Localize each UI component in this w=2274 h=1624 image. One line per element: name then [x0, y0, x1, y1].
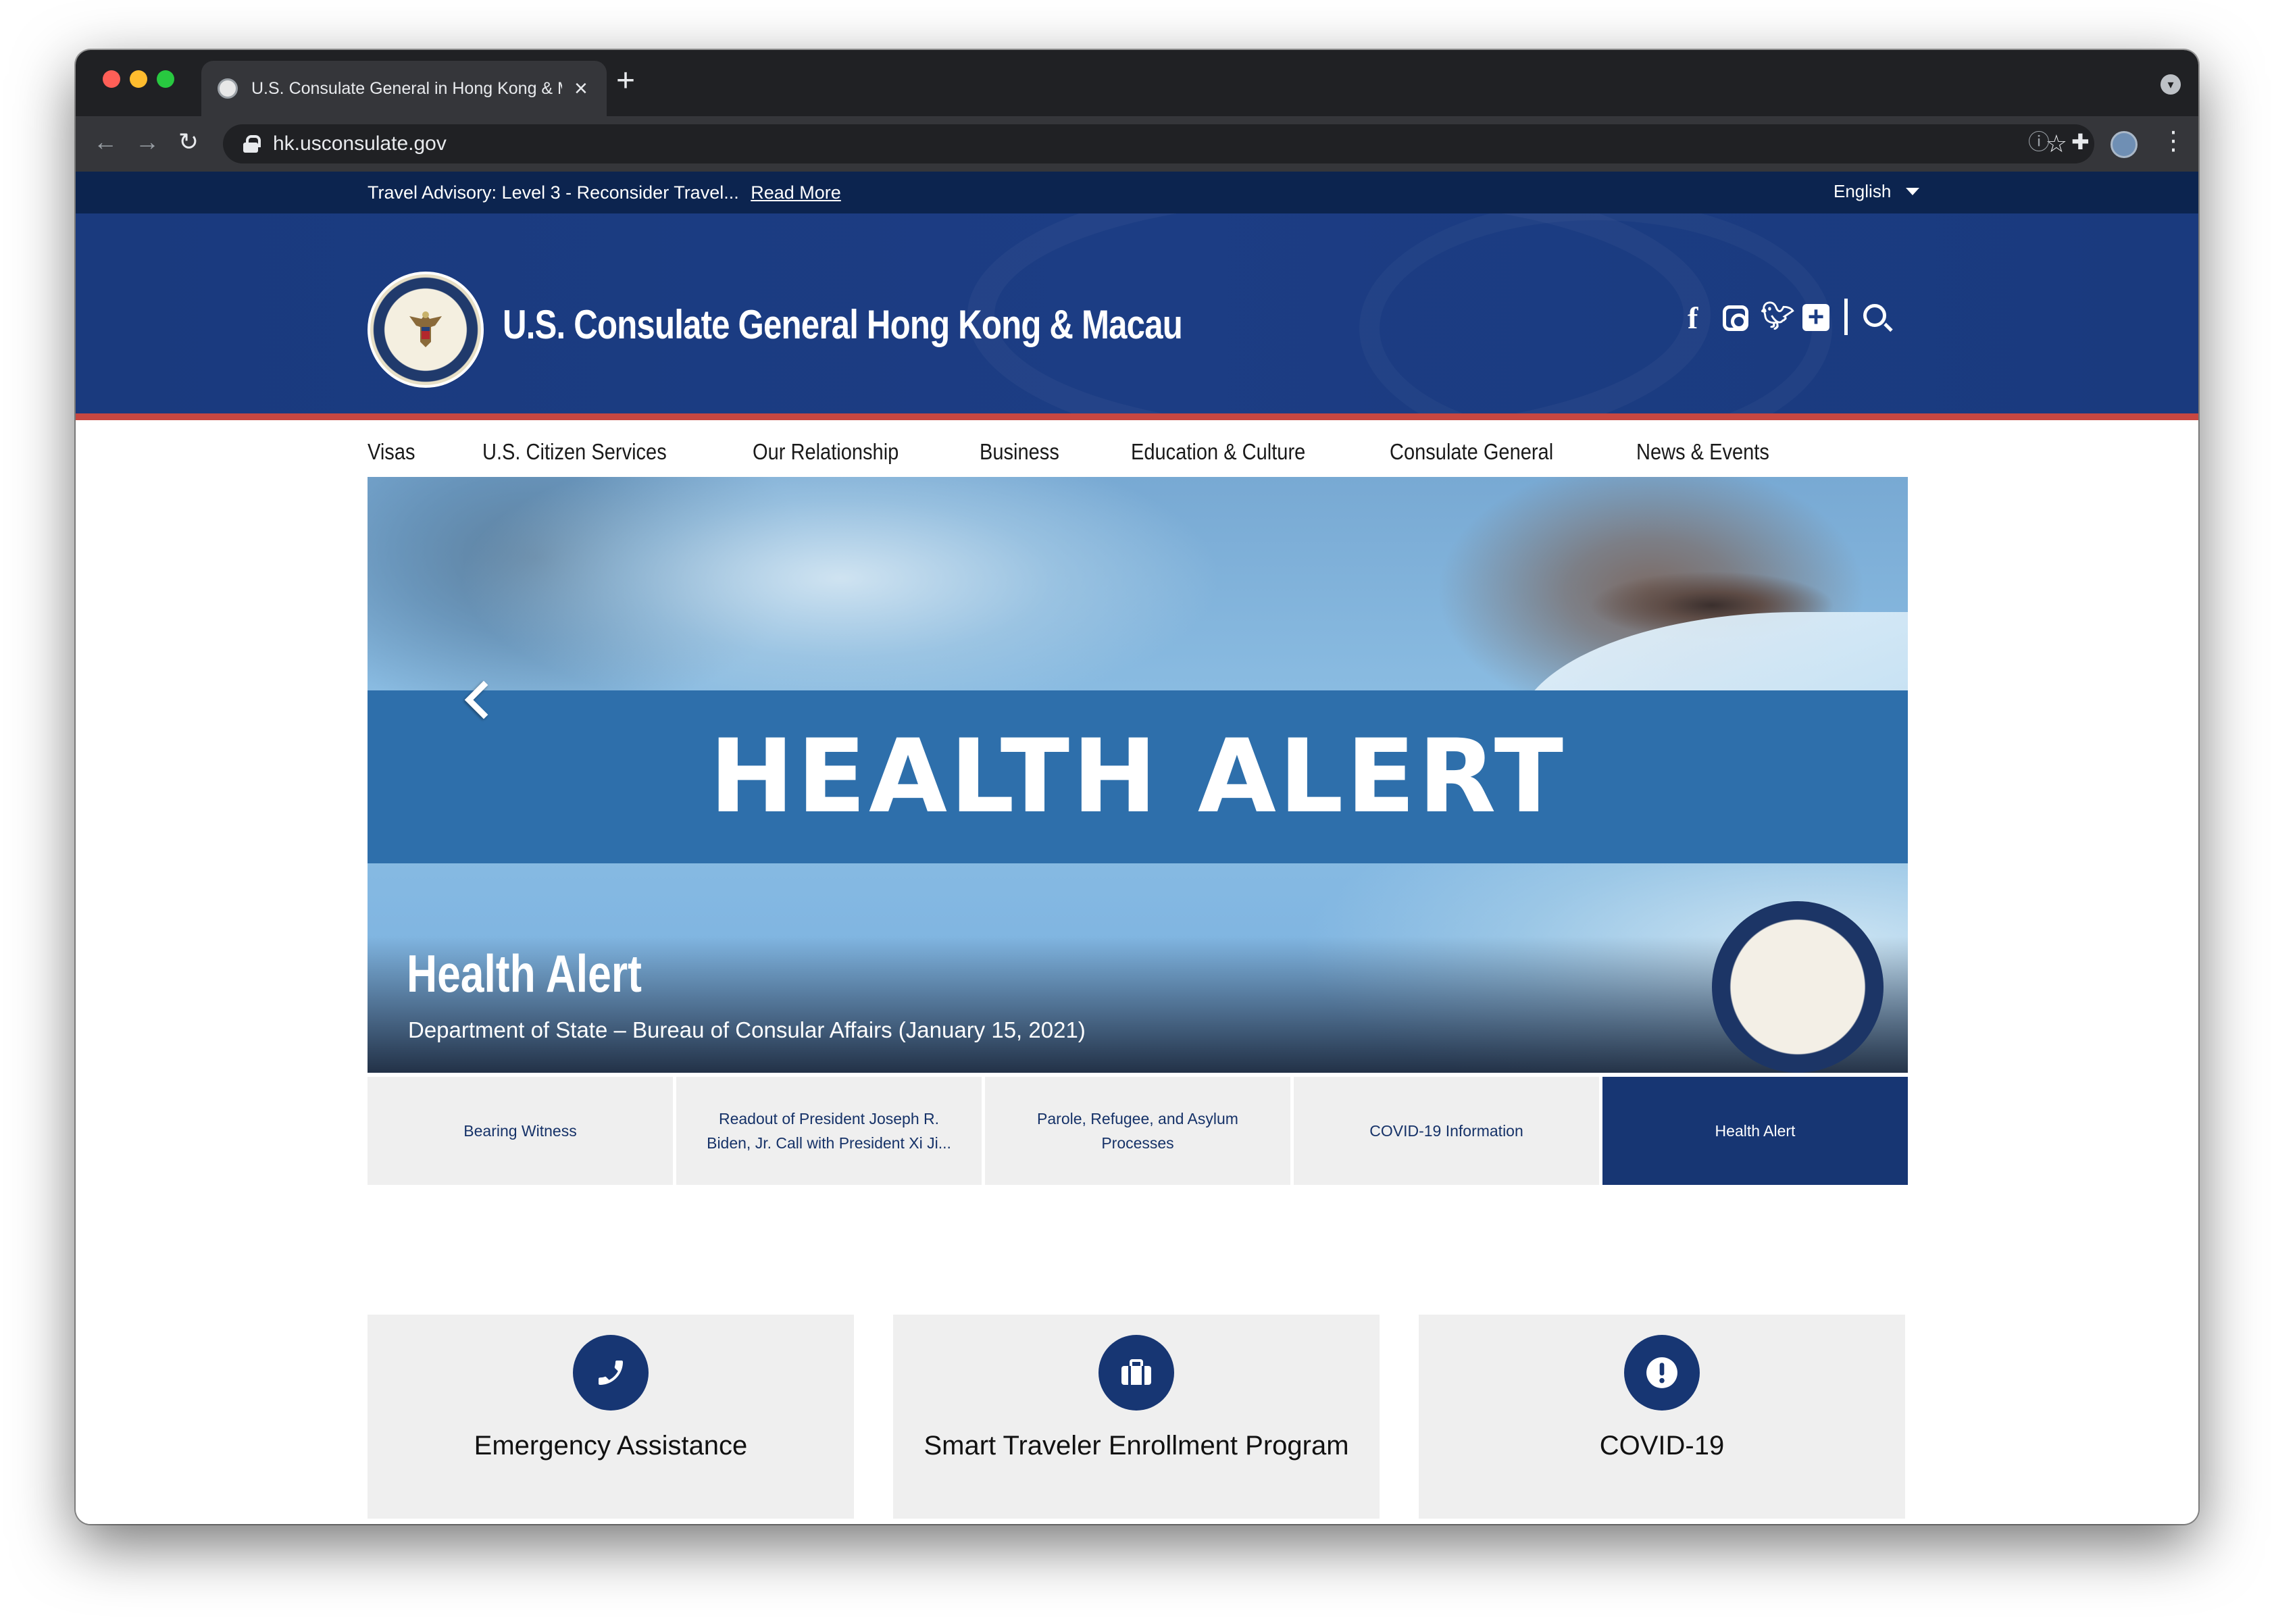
site-title[interactable]: U.S. Consulate General Hong Kong & Macau [503, 301, 1183, 348]
slide-tab-health-alert[interactable]: Health Alert [1602, 1077, 1908, 1185]
nav-item-our-relationship[interactable]: Our Relationship [753, 439, 899, 465]
carousel-slide-tabs: Bearing Witness Readout of President Jos… [368, 1077, 1908, 1185]
reload-icon[interactable]: ↻ [178, 130, 199, 154]
tab-close-icon[interactable]: × [574, 77, 588, 100]
language-selector[interactable]: English [1834, 181, 1920, 202]
flickr-plus-icon[interactable]: + [1802, 303, 1829, 331]
advisory-text: Travel Advisory: Level 3 - Reconsider Tr… [368, 182, 739, 203]
read-more-link[interactable]: Read More [751, 182, 841, 203]
forward-arrow-icon[interactable]: → [135, 130, 159, 154]
department-of-state-seal [1712, 901, 1884, 1073]
browser-tab[interactable]: U.S. Consulate General in Hong Kong & Ma… [201, 61, 607, 116]
info-icon[interactable]: ⓘ [2028, 131, 2050, 153]
hero-title[interactable]: Health Alert [407, 943, 642, 1005]
state-department-seal-logo[interactable] [368, 272, 484, 388]
card-label: COVID-19 [1599, 1431, 1725, 1461]
close-window-button[interactable] [103, 70, 120, 88]
nav-item-visas[interactable]: Visas [368, 439, 415, 465]
slide-tab-bearing-witness[interactable]: Bearing Witness [368, 1077, 673, 1185]
website: Travel Advisory: Level 3 - Reconsider Tr… [76, 172, 2198, 1524]
nav-item-education-culture[interactable]: Education & Culture [1131, 439, 1305, 465]
hero-carousel[interactable]: HEALTH ALERT Health Alert Department of … [368, 477, 1908, 1073]
slide-tab-readout-biden-xi[interactable]: Readout of President Joseph R. Biden, Jr… [676, 1077, 982, 1185]
main-navigation: Visas U.S. Citizen Services Our Relation… [368, 420, 1848, 484]
eagle-icon [409, 311, 442, 347]
exclamation-icon [1624, 1335, 1700, 1411]
covid-19-card[interactable]: COVID-19 [1419, 1315, 1905, 1519]
hero-subtitle: Department of State – Bureau of Consular… [408, 1017, 1086, 1042]
emergency-assistance-card[interactable]: Emergency Assistance [368, 1315, 854, 1519]
favicon-icon [218, 78, 238, 99]
language-label: English [1834, 181, 1892, 201]
nav-item-us-citizen-services[interactable]: U.S. Citizen Services [482, 439, 667, 465]
new-tab-button[interactable]: + [616, 65, 635, 97]
extensions-puzzle-icon[interactable]: ✚ [2071, 131, 2090, 153]
browser-window: U.S. Consulate General in Hong Kong & Ma… [76, 50, 2198, 1524]
travel-advisory: Travel Advisory: Level 3 - Reconsider Tr… [368, 182, 841, 203]
twitter-icon[interactable]: 🐦︎ [1761, 303, 1795, 330]
header-divider [1844, 299, 1848, 335]
site-header: U.S. Consulate General Hong Kong & Macau… [76, 213, 2198, 420]
slide-tab-parole-refugee-asylum[interactable]: Parole, Refugee, and Asylum Processes [985, 1077, 1290, 1185]
smart-traveler-card[interactable]: Smart Traveler Enrollment Program [893, 1315, 1380, 1519]
tab-title: U.S. Consulate General in Hong Kong & Ma… [251, 78, 562, 98]
briefcase-icon [1098, 1335, 1174, 1411]
url-text: hk.usconsulate.gov [273, 132, 447, 155]
nav-item-business[interactable]: Business [980, 439, 1059, 465]
instagram-icon[interactable] [1723, 305, 1748, 331]
nav-item-consulate-general[interactable]: Consulate General [1390, 439, 1553, 465]
quick-link-cards: Emergency Assistance Smart Traveler Enro… [368, 1315, 1908, 1519]
card-label: Smart Traveler Enrollment Program [924, 1431, 1349, 1461]
browser-toolbar: ← → ↻ hk.usconsulate.gov ☆ ⓘ ✚ ⋮ [76, 116, 2198, 172]
back-arrow-icon[interactable]: ← [93, 130, 118, 154]
minimize-window-button[interactable] [130, 70, 147, 88]
lock-icon [243, 135, 261, 153]
search-icon[interactable] [1863, 304, 1886, 327]
card-label: Emergency Assistance [474, 1431, 748, 1461]
tab-search-icon[interactable]: ▾ [2161, 74, 2181, 95]
caret-down-icon [1906, 188, 1920, 195]
hero-banner-text: HEALTH ALERT [709, 718, 1567, 836]
slide-tab-covid-information[interactable]: COVID-19 Information [1294, 1077, 1599, 1185]
phone-icon [573, 1335, 649, 1411]
maximize-window-button[interactable] [157, 70, 174, 88]
nav-item-news-events[interactable]: News & Events [1636, 439, 1769, 465]
profile-avatar[interactable] [2111, 131, 2138, 158]
browser-menu-icon[interactable]: ⋮ [2161, 128, 2186, 154]
travel-advisory-bar: Travel Advisory: Level 3 - Reconsider Tr… [76, 172, 2198, 213]
facebook-icon[interactable]: f [1688, 303, 1698, 334]
address-bar[interactable]: hk.usconsulate.gov ☆ [223, 124, 2094, 163]
tab-strip: U.S. Consulate General in Hong Kong & Ma… [76, 50, 2198, 116]
